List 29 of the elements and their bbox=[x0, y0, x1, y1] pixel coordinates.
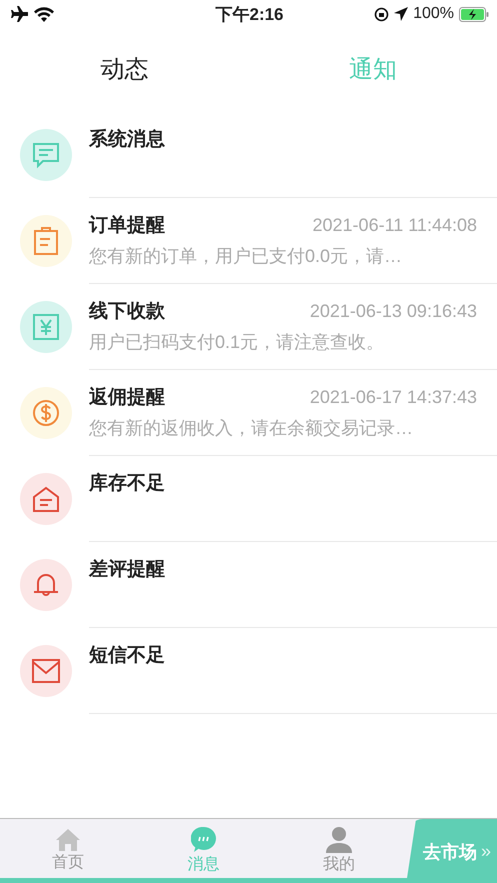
airplane-icon bbox=[10, 6, 28, 22]
battery-charging-icon bbox=[459, 6, 489, 22]
home-icon bbox=[56, 828, 80, 850]
notification-title: 短信不足 bbox=[89, 644, 165, 668]
notification-message: 用户已扫码支付0.1元，请注意查收。 bbox=[89, 331, 386, 354]
nav-tab[interactable]: 首页 bbox=[0, 819, 136, 878]
nav-tab[interactable]: 消息 bbox=[136, 819, 272, 878]
notification-title: 系统消息 bbox=[89, 128, 165, 152]
notification-title: 差评提醒 bbox=[89, 558, 165, 582]
battery-percentage: 100% bbox=[413, 5, 454, 23]
chat-bubble-icon bbox=[190, 826, 216, 852]
wifi-icon bbox=[34, 6, 54, 22]
notification-title: 线下收款 bbox=[89, 300, 165, 324]
rotation-lock-icon bbox=[374, 6, 390, 22]
market-button[interactable]: 去市场 » bbox=[407, 819, 497, 878]
location-icon bbox=[394, 7, 408, 21]
status-time: 下午2:16 bbox=[215, 4, 284, 26]
notification-time: 2021-06-13 09:16:43 bbox=[310, 300, 477, 322]
tab[interactable]: 通知 bbox=[248, 28, 497, 110]
notification-time: 2021-06-11 11:44:08 bbox=[312, 214, 477, 236]
tab[interactable]: 动态 bbox=[0, 28, 248, 110]
person-icon bbox=[326, 826, 352, 852]
notification-title: 订单提醒 bbox=[89, 214, 165, 238]
notification-message: 您有新的返佣收入，请在余额交易记录… bbox=[89, 417, 414, 440]
notification-message: 您有新的订单，用户已支付0.0元，请… bbox=[89, 245, 404, 268]
notification-title: 返佣提醒 bbox=[89, 386, 165, 410]
notification-title: 库存不足 bbox=[89, 472, 165, 496]
nav-tab[interactable]: 我的 bbox=[271, 819, 408, 878]
notification-time: 2021-06-17 14:37:43 bbox=[310, 386, 477, 408]
